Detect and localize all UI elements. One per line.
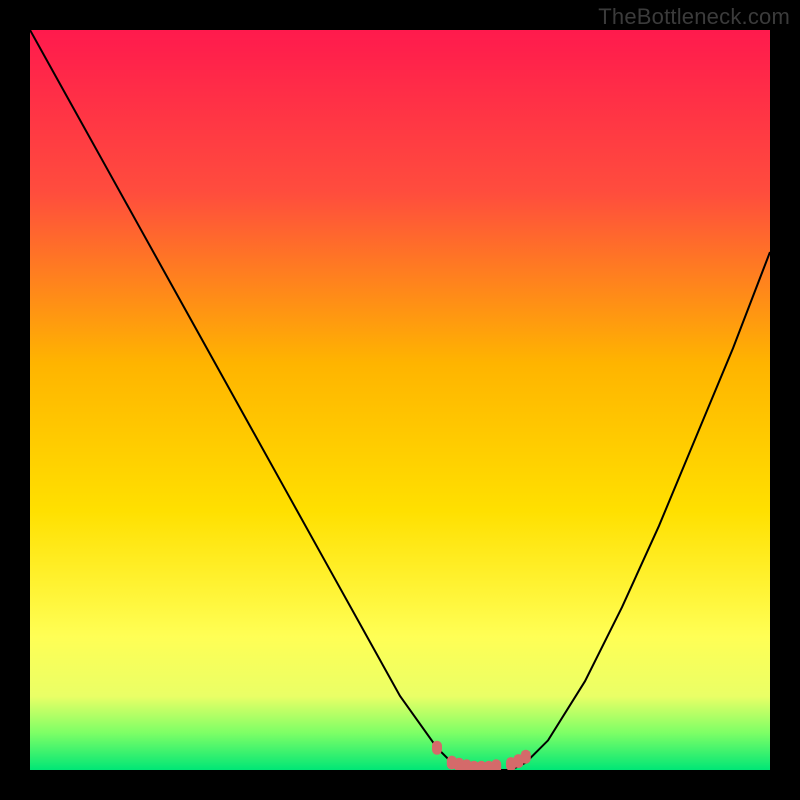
marker-dot bbox=[432, 741, 442, 755]
marker-dot bbox=[521, 750, 531, 764]
marker-dot bbox=[491, 759, 501, 770]
plot-area bbox=[30, 30, 770, 770]
chart-frame: TheBottleneck.com bbox=[0, 0, 800, 800]
watermark-text: TheBottleneck.com bbox=[598, 4, 790, 30]
chart-svg bbox=[30, 30, 770, 770]
gradient-background bbox=[30, 30, 770, 770]
